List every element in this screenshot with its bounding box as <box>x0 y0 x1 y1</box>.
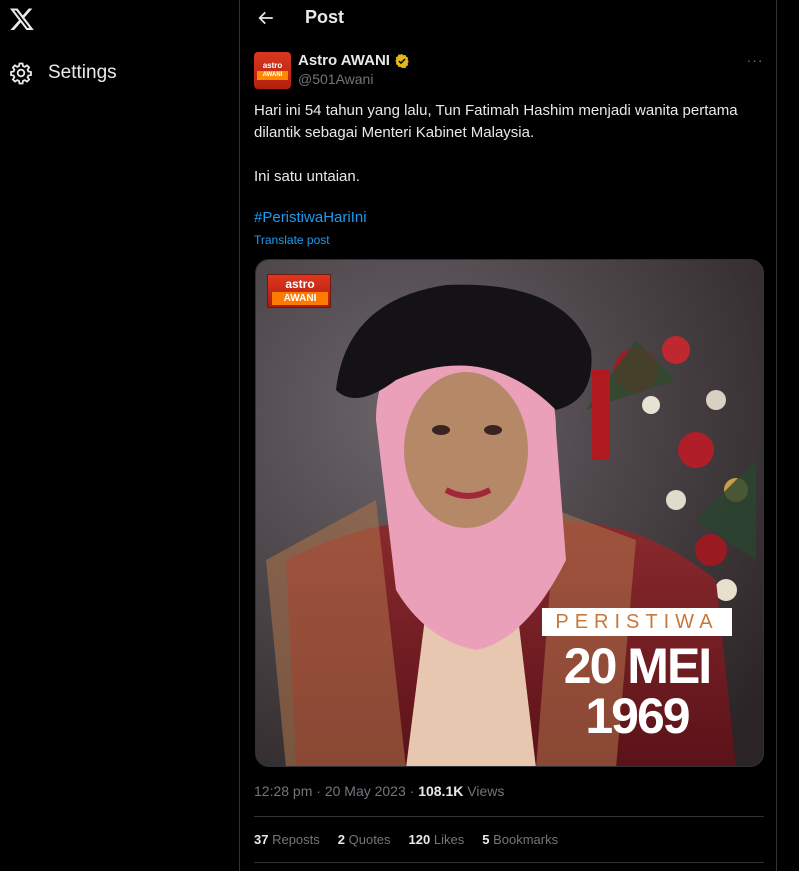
media-date-line2: 1969 <box>585 688 690 744</box>
reposts-count: 37 <box>254 832 269 847</box>
verified-badge-icon[interactable] <box>394 53 410 69</box>
media-date-line1: 20 MEI <box>563 638 712 694</box>
avatar-text-bottom: AWANI <box>257 71 288 80</box>
gear-icon <box>8 60 34 86</box>
avatar[interactable]: astro AWANI <box>254 52 291 89</box>
post-text: Hari ini 54 tahun yang lalu, Tun Fatimah… <box>254 102 738 141</box>
likes-stat[interactable]: 120 Likes <box>409 832 465 847</box>
author-row: Astro AWANI <box>298 52 410 69</box>
settings-label: Settings <box>48 62 117 83</box>
quotes-label: Quotes <box>345 832 391 847</box>
reposts-stat[interactable]: 37 Reposts <box>254 832 320 847</box>
divider <box>254 816 764 817</box>
post-stats: 37 Reposts 2 Quotes 120 Likes 5 Bookmark… <box>254 832 558 847</box>
post-time[interactable]: 12:28 pm · 20 May 2023 · <box>254 783 418 799</box>
author-name[interactable]: Astro AWANI <box>298 52 390 69</box>
author-handle[interactable]: @501Awani <box>298 71 373 87</box>
post-header: Post <box>240 0 778 36</box>
back-arrow-icon[interactable] <box>254 6 278 30</box>
bookmarks-stat[interactable]: 5 Bookmarks <box>482 832 558 847</box>
avatar-text-top: astro <box>262 61 283 70</box>
bookmarks-label: Bookmarks <box>489 832 559 847</box>
nav-settings[interactable]: Settings <box>8 58 117 88</box>
quotes-count: 2 <box>337 832 346 847</box>
translate-post-link[interactable]: Translate post <box>254 233 330 247</box>
more-options-icon[interactable]: ··· <box>745 52 765 68</box>
media-logo-top: astro <box>285 277 315 291</box>
x-logo-icon[interactable] <box>9 6 35 32</box>
scrollbar[interactable] <box>781 0 799 871</box>
post-meta: 12:28 pm · 20 May 2023 · 108.1K Views <box>254 783 504 799</box>
page-title: Post <box>305 7 345 27</box>
media-logo-bottom: AWANI <box>272 292 328 305</box>
quotes-stat[interactable]: 2 Quotes <box>338 832 391 847</box>
reposts-label: Reposts <box>268 832 320 847</box>
divider <box>254 862 764 863</box>
hashtag-link[interactable]: #PeristiwaHariIni <box>254 209 367 226</box>
likes-label: Likes <box>430 832 465 847</box>
views-count: 108.1K <box>418 783 464 799</box>
post-text-2: Ini satu untaian. <box>254 168 360 185</box>
post-image[interactable]: astro AWANI PERISTIWA 20 MEI 1969 <box>255 259 764 767</box>
post-column: Post astro AWANI Astro AWANI @501Awani ·… <box>239 0 777 871</box>
likes-count: 120 <box>408 832 431 847</box>
media-logo: astro AWANI <box>267 274 331 308</box>
views-label: Views <box>463 783 505 799</box>
media-banner: PERISTIWA <box>542 608 732 636</box>
